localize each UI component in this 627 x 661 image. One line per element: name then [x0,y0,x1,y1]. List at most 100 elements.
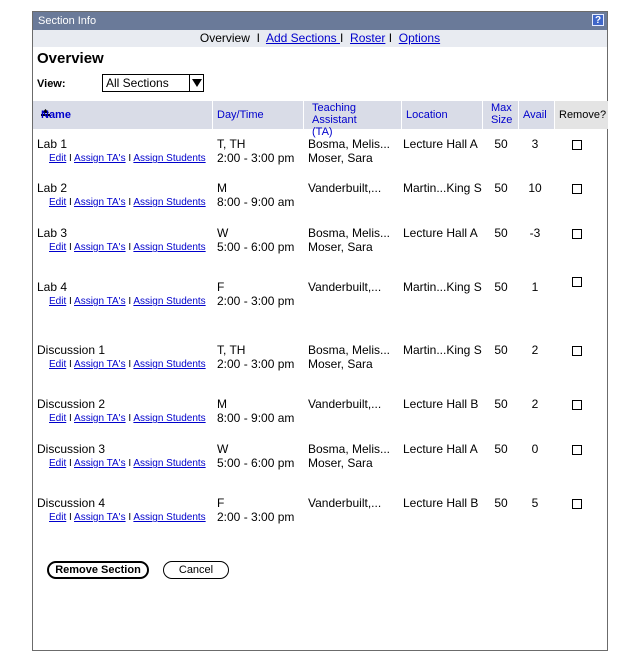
remove-checkbox[interactable] [572,346,582,356]
section-name: Discussion 1 [37,343,106,357]
section-avail: 1 [531,280,539,294]
assign-students-link[interactable]: Assign Students [133,197,205,208]
nav-separator: I [256,31,260,45]
assign-tas-link[interactable]: Assign TA's [74,242,126,253]
link-separator: I [69,296,72,307]
assign-students-link[interactable]: Assign Students [133,242,205,253]
column-header-location[interactable]: Location [402,101,483,129]
assign-tas-link[interactable]: Assign TA's [74,458,126,469]
assign-tas-link[interactable]: Assign TA's [74,413,126,424]
assign-students-link[interactable]: Assign Students [133,413,205,424]
section-avail: 2 [531,397,539,411]
help-icon[interactable]: ? [592,14,604,26]
cancel-button[interactable]: Cancel [163,561,229,579]
column-header-remove: Remove? [555,101,609,129]
assign-students-link[interactable]: Assign Students [133,512,205,523]
edit-link[interactable]: Edit [49,296,66,307]
section-max-size: 50 [494,343,508,357]
section-avail: 3 [531,137,539,151]
remove-checkbox[interactable] [572,445,582,455]
remove-checkbox[interactable] [572,229,582,239]
link-separator: I [69,458,72,469]
section-time: 5:00 - 6:00 pm [217,456,295,470]
table-header: Name Day/Time Teaching Assistant (TA) Lo… [33,101,609,138]
section-max-size: 50 [494,496,508,510]
remove-checkbox[interactable] [572,499,582,509]
assign-students-link[interactable]: Assign Students [133,153,205,164]
remove-checkbox[interactable] [572,140,582,150]
section-avail: 10 [528,181,542,195]
row-actions: Edit I Assign TA's I Assign Students [49,197,206,208]
remove-checkbox[interactable] [572,184,582,194]
nav-overview: Overview [199,31,250,45]
column-header-daytime[interactable]: Day/Time [213,101,304,129]
remove-checkbox[interactable] [572,400,582,410]
section-ta-1: Bosma, Melis... [308,343,391,357]
nav-roster-link[interactable]: Roster [350,31,385,45]
section-time: 2:00 - 3:00 pm [217,294,295,308]
link-separator: I [69,359,72,370]
remove-section-button[interactable]: Remove Section [47,561,149,579]
section-location: Martin...King S [403,181,482,195]
section-avail: 5 [531,496,539,510]
section-day: T, TH [217,343,246,357]
section-avail: -3 [529,226,541,240]
assign-tas-link[interactable]: Assign TA's [74,359,126,370]
edit-link[interactable]: Edit [49,153,66,164]
column-header-name[interactable]: Name [33,101,213,129]
section-day: F [217,496,225,510]
section-ta-2: Moser, Sara [308,357,373,371]
section-name: Discussion 4 [37,496,106,510]
section-day: W [217,226,229,240]
section-ta-1: Vanderbuilt,... [308,496,382,510]
section-time: 8:00 - 9:00 am [217,195,295,209]
row-actions: Edit I Assign TA's I Assign Students [49,153,206,164]
section-location: Lecture Hall B [403,397,479,411]
edit-link[interactable]: Edit [49,458,66,469]
edit-link[interactable]: Edit [49,242,66,253]
edit-link[interactable]: Edit [49,512,66,523]
link-separator: I [69,413,72,424]
assign-students-link[interactable]: Assign Students [133,359,205,370]
edit-link[interactable]: Edit [49,359,66,370]
link-separator: I [69,197,72,208]
section-ta-1: Bosma, Melis... [308,226,391,240]
section-avail: 0 [531,442,539,456]
nav-options-link[interactable]: Options [399,31,440,45]
assign-tas-link[interactable]: Assign TA's [74,512,126,523]
section-day: M [217,397,227,411]
view-label: View: [37,78,66,90]
section-max-size: 50 [494,397,508,411]
section-avail: 2 [531,343,539,357]
column-header-avail[interactable]: Avail [519,101,555,129]
section-time: 8:00 - 9:00 am [217,411,295,425]
section-ta-2: Moser, Sara [308,456,373,470]
section-day: T, TH [217,137,246,151]
section-max-size: 50 [494,137,508,151]
assign-students-link[interactable]: Assign Students [133,458,205,469]
nav-separator: I [340,31,344,45]
edit-link[interactable]: Edit [49,413,66,424]
row-actions: Edit I Assign TA's I Assign Students [49,242,206,253]
row-actions: Edit I Assign TA's I Assign Students [49,512,206,523]
section-ta-1: Bosma, Melis... [308,442,391,456]
section-day: W [217,442,229,456]
column-header-ta[interactable]: Teaching Assistant (TA) [304,101,402,138]
nav-separator: I [388,31,393,45]
assign-tas-link[interactable]: Assign TA's [74,296,126,307]
assign-students-link[interactable]: Assign Students [133,296,205,307]
edit-link[interactable]: Edit [49,197,66,208]
assign-tas-link[interactable]: Assign TA's [74,197,126,208]
section-ta-1: Vanderbuilt,... [308,280,382,294]
nav-add-sections-link[interactable]: Add Sections [266,31,340,45]
section-name: Discussion 3 [37,442,106,456]
section-max-size: 50 [494,280,508,294]
remove-checkbox[interactable] [572,277,582,287]
section-name: Lab 2 [37,181,68,195]
assign-tas-link[interactable]: Assign TA's [74,153,126,164]
section-time: 2:00 - 3:00 pm [217,510,295,524]
section-day: M [217,181,227,195]
section-name: Discussion 2 [37,397,106,411]
column-header-max-size[interactable]: Max Size [483,101,519,129]
view-select[interactable]: All Sections [102,74,204,92]
